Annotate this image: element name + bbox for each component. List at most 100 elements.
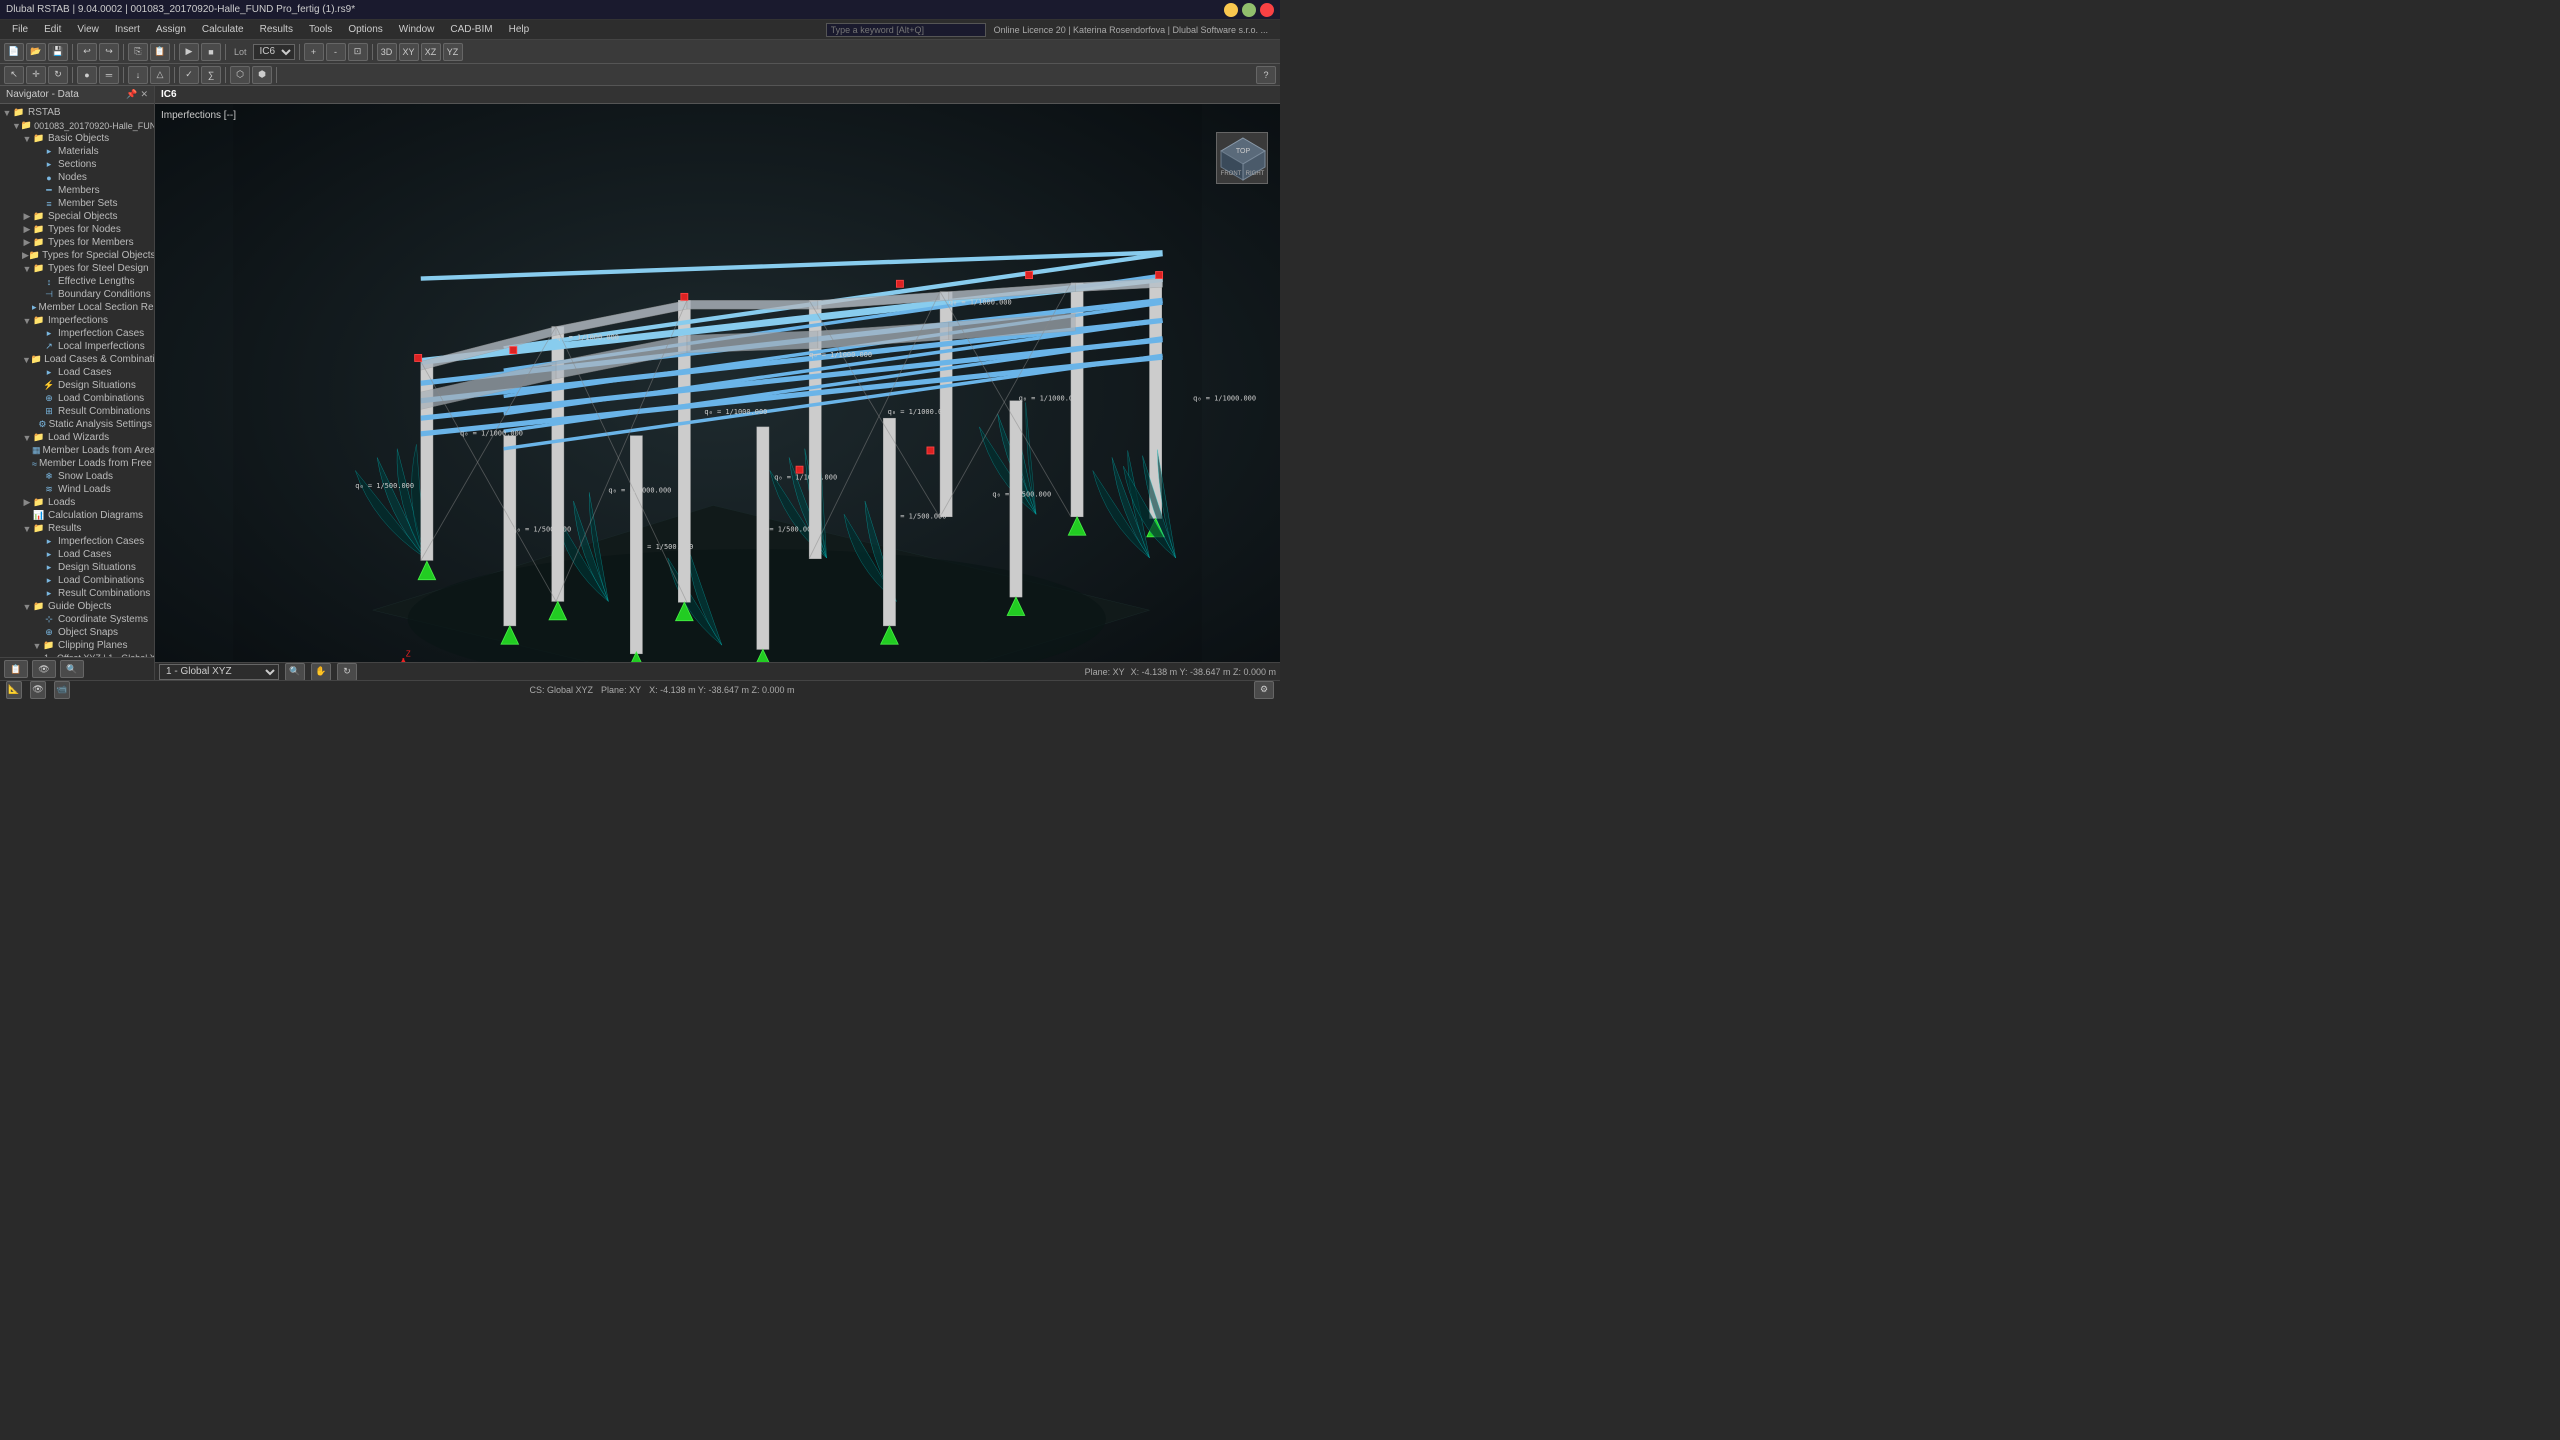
menu-insert[interactable]: Insert: [107, 22, 148, 37]
view-cube[interactable]: TOP FRONT RIGHT: [1216, 132, 1268, 184]
status-btn1[interactable]: 📐: [6, 681, 22, 699]
support-button[interactable]: △: [150, 66, 170, 84]
tree-design-situations[interactable]: ⚡ Design Situations: [0, 379, 154, 392]
tree-nodes[interactable]: ● Nodes: [0, 171, 154, 184]
scene-3d[interactable]: q₀ = 1/500.000 q₀ = 1/500.000 q₀ = 1/500…: [155, 104, 1280, 680]
tree-members[interactable]: ━ Members: [0, 184, 154, 197]
tree-materials[interactable]: ▸ Materials: [0, 145, 154, 158]
redo-button[interactable]: ↪: [99, 43, 119, 61]
tree-rstab[interactable]: ▼ 📁 RSTAB: [0, 106, 154, 119]
tree-member-loads-free[interactable]: ≈ Member Loads from Free Line Load: [0, 457, 154, 470]
close-button[interactable]: [1260, 3, 1274, 17]
render-button[interactable]: ▶: [179, 43, 199, 61]
paste-button[interactable]: 📋: [150, 43, 170, 61]
viewport[interactable]: IC6 Imperfections [--]: [155, 86, 1280, 680]
view-3d-button[interactable]: 3D: [377, 43, 397, 61]
status-settings-btn[interactable]: ⚙: [1254, 681, 1274, 699]
tree-effective-lengths[interactable]: ↕ Effective Lengths: [0, 275, 154, 288]
status-btn3[interactable]: 📹: [54, 681, 70, 699]
tree-local-imperfections[interactable]: ↗ Local Imperfections: [0, 340, 154, 353]
nav-data-button[interactable]: 📋: [4, 660, 28, 678]
tree-results[interactable]: ▼ 📁 Results: [0, 522, 154, 535]
tree-guide-objects[interactable]: ▼ 📁 Guide Objects: [0, 600, 154, 613]
menu-window[interactable]: Window: [391, 22, 443, 37]
menu-cadbim[interactable]: CAD-BIM: [442, 22, 500, 37]
view-solid-button[interactable]: ⬢: [252, 66, 272, 84]
nav-view-button[interactable]: 🔍: [60, 660, 84, 678]
tree-results-lc[interactable]: ▸ Load Cases: [0, 548, 154, 561]
tree-coord-systems[interactable]: ⊹ Coordinate Systems: [0, 613, 154, 626]
nav-close-button[interactable]: ✕: [140, 89, 148, 100]
menu-calculate[interactable]: Calculate: [194, 22, 252, 37]
open-button[interactable]: 📂: [26, 43, 46, 61]
tree-imperfections[interactable]: ▼ 📁 Imperfections: [0, 314, 154, 327]
node-button[interactable]: ●: [77, 66, 97, 84]
save-button[interactable]: 💾: [48, 43, 68, 61]
ic-selector[interactable]: IC6: [253, 44, 295, 60]
status-btn2[interactable]: 👁: [30, 681, 46, 699]
fit-button[interactable]: ⊡: [348, 43, 368, 61]
tree-object-snaps[interactable]: ⊕ Object Snaps: [0, 626, 154, 639]
new-button[interactable]: 📄: [4, 43, 24, 61]
view-wireframe-button[interactable]: ⬡: [230, 66, 250, 84]
tree-calc-diagrams[interactable]: 📊 Calculation Diagrams: [0, 509, 154, 522]
tree-load-cases-combos[interactable]: ▼ 📁 Load Cases & Combinations: [0, 353, 154, 366]
tree-member-loads-area[interactable]: ▦ Member Loads from Area Load: [0, 444, 154, 457]
tree-special-objects[interactable]: ▶ 📁 Special Objects: [0, 210, 154, 223]
calc-button[interactable]: ∑: [201, 66, 221, 84]
tree-types-special[interactable]: ▶ 📁 Types for Special Objects: [0, 249, 154, 262]
tree-imperfection-cases[interactable]: ▸ Imperfection Cases: [0, 327, 154, 340]
minimize-button[interactable]: [1224, 3, 1238, 17]
tree-member-local-section[interactable]: ▸ Member Local Section Reductions: [0, 301, 154, 314]
tree-basic-objects[interactable]: ▼ 📁 Basic Objects: [0, 132, 154, 145]
tree-types-nodes[interactable]: ▶ 📁 Types for Nodes: [0, 223, 154, 236]
maximize-button[interactable]: [1242, 3, 1256, 17]
menu-view[interactable]: View: [69, 22, 107, 37]
tree-load-combos[interactable]: ⊕ Load Combinations: [0, 392, 154, 405]
tree-load-cases[interactable]: ▸ Load Cases: [0, 366, 154, 379]
member-button[interactable]: ═: [99, 66, 119, 84]
nav-pin-button[interactable]: 📌: [126, 89, 137, 100]
view-xy-button[interactable]: XY: [399, 43, 419, 61]
undo-button[interactable]: ↩: [77, 43, 97, 61]
pan-btn[interactable]: ✋: [311, 663, 331, 681]
tree-member-sets[interactable]: ≡ Member Sets: [0, 197, 154, 210]
menu-file[interactable]: File: [4, 22, 36, 37]
tree-results-lco[interactable]: ▸ Load Combinations: [0, 574, 154, 587]
tree-snow-loads[interactable]: ❄ Snow Loads: [0, 470, 154, 483]
tree-results-rc[interactable]: ▸ Result Combinations: [0, 587, 154, 600]
nav-display-button[interactable]: 👁: [32, 660, 56, 678]
help-btn[interactable]: ?: [1256, 66, 1276, 84]
tree-wind-loads[interactable]: ≋ Wind Loads: [0, 483, 154, 496]
tree-types-members[interactable]: ▶ 📁 Types for Members: [0, 236, 154, 249]
select-button[interactable]: ↖: [4, 66, 24, 84]
check-button[interactable]: ✓: [179, 66, 199, 84]
tree-load-wizards[interactable]: ▼ 📁 Load Wizards: [0, 431, 154, 444]
menu-assign[interactable]: Assign: [148, 22, 194, 37]
zoom-btn[interactable]: 🔍: [285, 663, 305, 681]
stop-button[interactable]: ■: [201, 43, 221, 61]
menu-tools[interactable]: Tools: [301, 22, 340, 37]
coord-system-selector[interactable]: 1 - Global XYZ: [159, 664, 279, 680]
menu-options[interactable]: Options: [340, 22, 390, 37]
tree-project[interactable]: ▼ 📁 001083_20170920-Halle_FUND Pro_ferti…: [0, 119, 154, 132]
tree-results-ds[interactable]: ▸ Design Situations: [0, 561, 154, 574]
tree-loads[interactable]: ▶ 📁 Loads: [0, 496, 154, 509]
copy-button[interactable]: ⎘: [128, 43, 148, 61]
tree-static-analysis[interactable]: ⚙ Static Analysis Settings: [0, 418, 154, 431]
view-xz-button[interactable]: XZ: [421, 43, 441, 61]
zoom-in-button[interactable]: +: [304, 43, 324, 61]
view-yz-button[interactable]: YZ: [443, 43, 463, 61]
menu-edit[interactable]: Edit: [36, 22, 69, 37]
move-button[interactable]: ✛: [26, 66, 46, 84]
tree-results-imperf[interactable]: ▸ Imperfection Cases: [0, 535, 154, 548]
rotate-view-btn[interactable]: ↻: [337, 663, 357, 681]
menu-help[interactable]: Help: [501, 22, 538, 37]
load-button[interactable]: ↓: [128, 66, 148, 84]
search-input[interactable]: [826, 23, 986, 37]
tree-types-steel[interactable]: ▼ 📁 Types for Steel Design: [0, 262, 154, 275]
menu-results[interactable]: Results: [252, 22, 301, 37]
tree-sections[interactable]: ▸ Sections: [0, 158, 154, 171]
tree-clipping-planes[interactable]: ▼ 📁 Clipping Planes: [0, 639, 154, 652]
zoom-out-button[interactable]: -: [326, 43, 346, 61]
